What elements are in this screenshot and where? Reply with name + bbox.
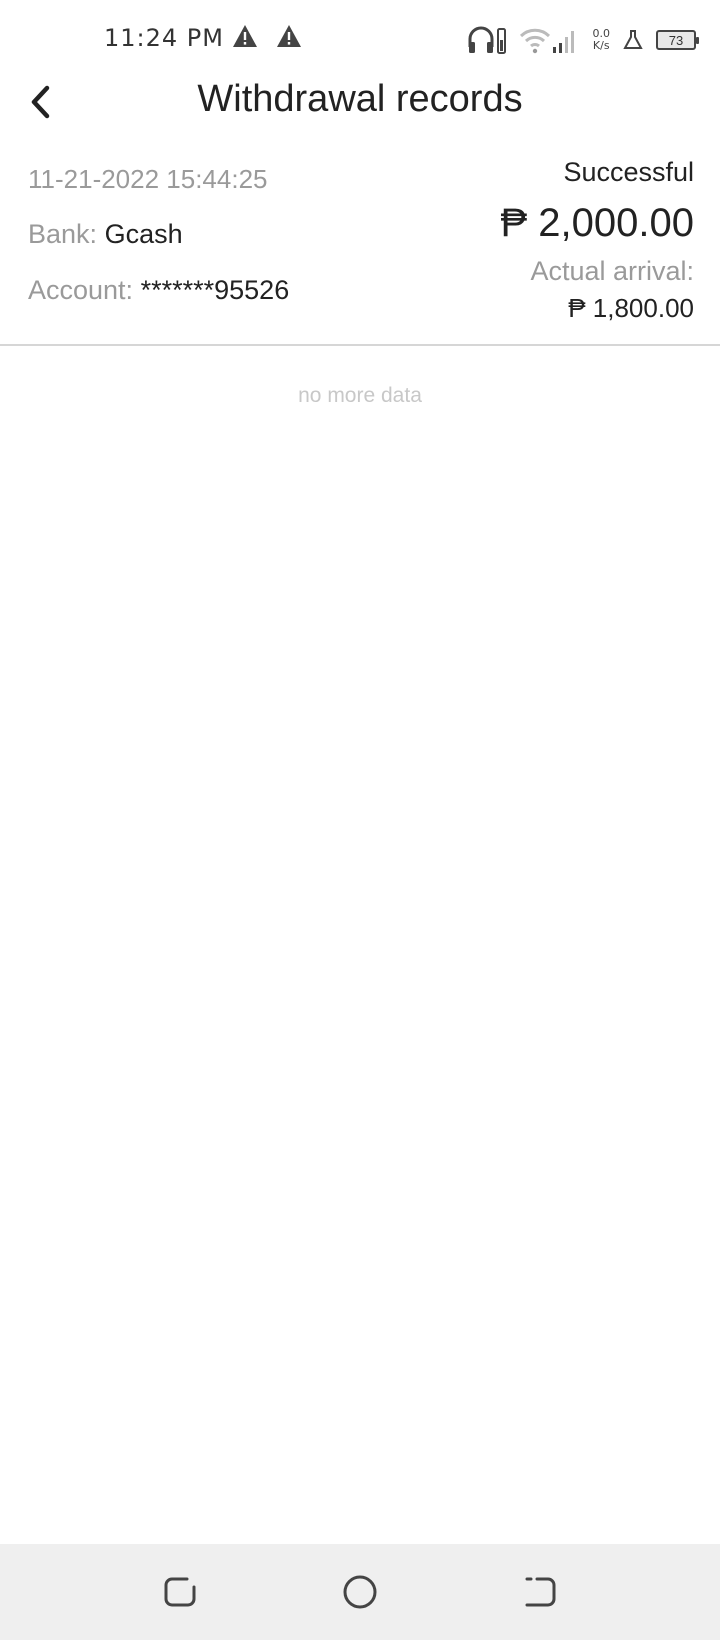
withdrawal-amount: ₱ 2,000.00 bbox=[500, 201, 695, 245]
list-end-text: no more data bbox=[298, 384, 422, 407]
system-navigation-bar bbox=[0, 1544, 720, 1640]
actual-arrival-amount: ₱ 1,800.00 bbox=[568, 293, 694, 323]
recent-apps-button[interactable] bbox=[156, 1568, 204, 1616]
record-account: Account: *******95526 bbox=[28, 270, 289, 310]
home-circle-icon bbox=[343, 1575, 377, 1609]
status-badge: Successful bbox=[563, 157, 694, 187]
back-nav-icon bbox=[525, 1577, 556, 1607]
app-header: Withdrawal records bbox=[0, 62, 720, 142]
bank-value: Gcash bbox=[104, 219, 183, 249]
actual-arrival-label: Actual arrival: bbox=[530, 256, 694, 286]
record-date: 11-21-2022 15:44:25 bbox=[28, 164, 268, 194]
status-time: 11:24 PM bbox=[104, 24, 224, 52]
battery-icon: 73 bbox=[656, 30, 699, 50]
bank-label: Bank: bbox=[28, 219, 98, 249]
network-speed: 0.0 K/s bbox=[592, 27, 611, 52]
recents-icon bbox=[164, 1577, 196, 1607]
warning-icon bbox=[233, 25, 257, 47]
home-button[interactable] bbox=[336, 1568, 384, 1616]
record-bank: Bank: Gcash bbox=[28, 214, 289, 254]
headphones-battery-icon bbox=[468, 26, 506, 54]
wifi-signal-icon bbox=[519, 28, 574, 54]
flask-icon bbox=[623, 30, 643, 49]
warning-icon bbox=[277, 25, 301, 47]
back-nav-button[interactable] bbox=[516, 1568, 564, 1616]
withdrawal-record-item[interactable]: 11-21-2022 15:44:25 Bank: Gcash Account:… bbox=[0, 140, 720, 346]
page-title: Withdrawal records bbox=[197, 78, 523, 120]
account-value: *******95526 bbox=[140, 275, 290, 305]
account-label: Account: bbox=[28, 275, 134, 305]
